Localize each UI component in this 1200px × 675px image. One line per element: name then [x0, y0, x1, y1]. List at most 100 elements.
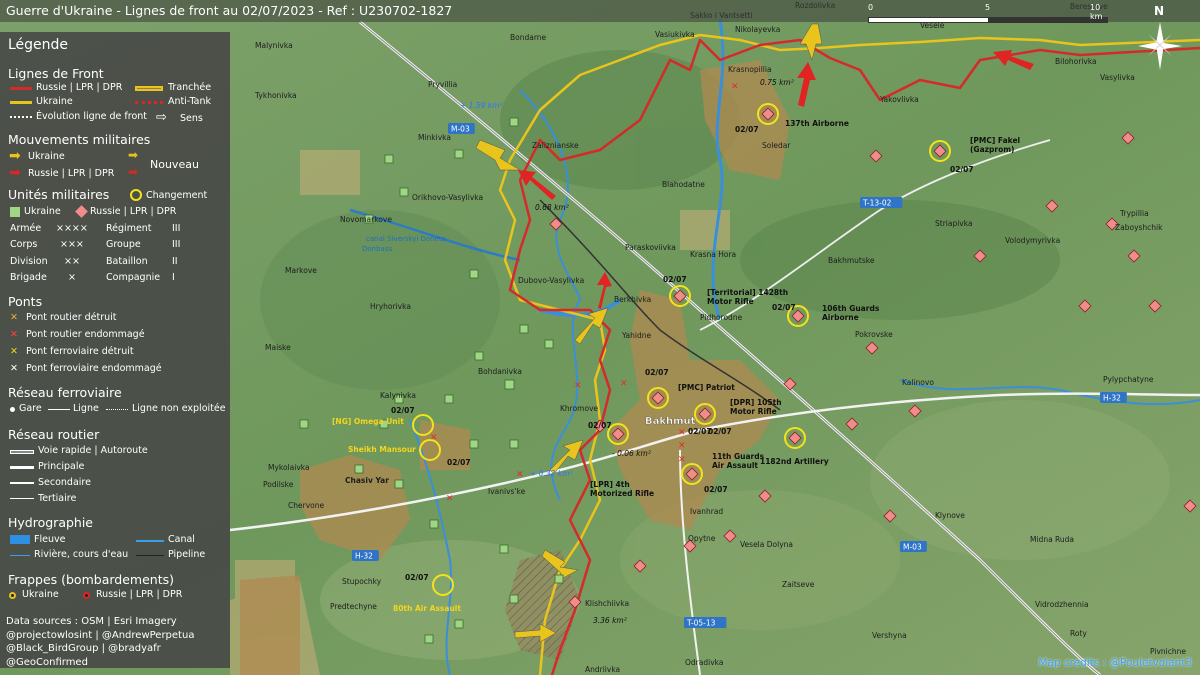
legend-strike-russia: Russie | LPR | DPR	[96, 589, 183, 600]
unit-label: 80th Air Assault	[393, 604, 461, 613]
town-label: Krasna Hora	[690, 250, 736, 259]
town-label: Kalinovo	[902, 378, 934, 387]
legend-move-ukraine: Ukraine	[28, 151, 65, 162]
ukraine-unit-icon	[10, 207, 20, 217]
unit-label: 1182nd Artillery	[760, 457, 829, 466]
evolution-swatch	[10, 116, 32, 118]
town-label: Volodymyrivka	[1005, 236, 1060, 245]
town-label: Zaliznianske	[532, 141, 579, 150]
legend-section-movements: Mouvements militaires	[8, 132, 151, 147]
antitank-swatch	[135, 101, 163, 104]
legend-section-hydro: Hydrographie	[8, 515, 93, 530]
legend-front-trench: Tranchée	[168, 82, 212, 93]
svg-text:✕: ✕	[430, 433, 438, 443]
source-line: Data sources : OSM | Esri Imagery	[6, 616, 177, 627]
stream-swatch	[10, 555, 30, 556]
town-label: Zaitseve	[782, 580, 815, 589]
town-label: Bohdanivka	[478, 367, 522, 376]
unit-date: 02/07	[405, 573, 429, 582]
town-label: Berkhivka	[614, 295, 651, 304]
legend-front-direction: Sens	[180, 113, 203, 124]
scale-bar: 0 5 10 km	[868, 3, 1108, 23]
legend-panel: Légende Lignes de Front Russie | LPR | D…	[0, 32, 230, 668]
scale-label-10: 10 km	[1090, 3, 1103, 21]
town-label: Khromove	[560, 404, 599, 413]
trench-swatch	[135, 86, 163, 91]
svg-text:✕: ✕	[678, 455, 686, 465]
source-line: @GeoConfirmed	[6, 656, 88, 668]
legend-section-rail: Réseau ferroviaire	[8, 385, 122, 400]
town-label: Chervone	[288, 501, 324, 510]
unit-label: Motor Rifle	[730, 407, 777, 416]
town-label: Mykolaivka	[268, 463, 310, 472]
direction-arrow-icon: ⇨	[156, 110, 167, 125]
title-bar: Guerre d'Ukraine - Lignes de front au 02…	[0, 0, 1200, 23]
north-arrow: N	[1138, 4, 1182, 74]
road-shield-label: M-03	[451, 125, 470, 134]
road-shield: M-03	[448, 123, 475, 134]
unit-date: 02/07	[704, 485, 728, 494]
new-ukraine-arrow-icon: ➡	[128, 148, 139, 162]
russia-line-swatch	[10, 87, 32, 90]
scale-label-0: 0	[868, 3, 874, 12]
unit-label: Motor Rifle	[707, 297, 754, 306]
town-label: Chasiv Yar	[345, 476, 389, 485]
legend-move-russia: Russie | LPR | DPR	[28, 168, 115, 179]
unit-date: 02/07	[950, 165, 974, 174]
road-shield-label: M-03	[903, 543, 922, 552]
legend-rail-line: Ligne	[73, 403, 99, 414]
unit-date: 02/07	[663, 275, 687, 284]
echelon-company: Compagnie	[106, 272, 161, 283]
echelon-corps-symbol: ×××	[60, 239, 84, 250]
town-label: Bakhmut	[645, 416, 696, 427]
unit-label: Air Assault	[712, 461, 758, 470]
town-label: Pryvillia	[428, 80, 457, 89]
area-change-label: - 0.06 km²	[612, 449, 651, 458]
source-line: @Black_BirdGroup | @bradyafr	[6, 643, 161, 654]
town-label: Bilohorivka	[1055, 57, 1097, 66]
town-label: Roty	[1070, 629, 1087, 638]
svg-text:✕: ✕	[574, 381, 582, 391]
area-change-label: 0.75 km²	[760, 78, 794, 87]
town-label: Tykhonivka	[254, 91, 297, 100]
road-bridge-damaged-icon: ✕	[10, 329, 18, 340]
map-title: Guerre d'Ukraine - Lignes de front au 02…	[6, 3, 453, 18]
echelon-army: Armée	[10, 223, 42, 234]
svg-text:✕: ✕	[516, 470, 524, 480]
legend-bridge-rail-damaged: Pont ferroviaire endommagé	[26, 363, 162, 374]
town-label: Ivanhrad	[690, 507, 723, 516]
town-label: Striapivka	[935, 219, 973, 228]
echelon-corps: Corps	[10, 239, 38, 250]
town-label: Malynivka	[255, 41, 293, 50]
road-shield: H-32	[352, 550, 379, 561]
unit-label: [LPR] 4th	[590, 480, 630, 489]
town-label: Pivnichne	[1150, 647, 1186, 656]
station-icon	[10, 407, 15, 412]
town-label: Andriivka	[585, 665, 620, 674]
town-label: Midna Ruda	[1030, 535, 1074, 544]
town-label: Pylypchatyne	[1103, 375, 1154, 384]
road-shield-label: H-32	[355, 552, 373, 561]
canal-swatch	[136, 540, 164, 542]
unit-date: 02/07	[588, 421, 612, 430]
town-label: Podilske	[263, 480, 294, 489]
town-label: Pokrovske	[855, 330, 893, 339]
legend-road-highway: Voie rapide | Autoroute	[38, 445, 148, 456]
tertiary-road-swatch	[10, 498, 34, 499]
legend-road-tertiary: Tertiaire	[38, 493, 77, 504]
new-russia-arrow-icon: ➡	[128, 165, 139, 179]
unit-date: 02/07	[645, 368, 669, 377]
ukraine-arrow-icon: ➡	[9, 148, 21, 164]
echelon-battalion-symbol: II	[172, 256, 178, 267]
legend-title: Légende	[8, 37, 69, 53]
legend-front-evolution: Évolution ligne de front	[36, 111, 148, 122]
town-label: Predtechyne	[330, 602, 377, 611]
town-label: Stupochky	[342, 577, 382, 586]
town-label: Opytne	[688, 534, 716, 543]
legend-bridge-rail-destroyed: Pont ferroviaire détruit	[26, 346, 134, 357]
town-label: Trypillia	[1119, 209, 1149, 218]
svg-text:✕: ✕	[678, 428, 686, 438]
town-label: Blahodatne	[662, 180, 705, 189]
town-label: Paraskoviivka	[625, 243, 676, 252]
town-label: Markove	[285, 266, 317, 275]
